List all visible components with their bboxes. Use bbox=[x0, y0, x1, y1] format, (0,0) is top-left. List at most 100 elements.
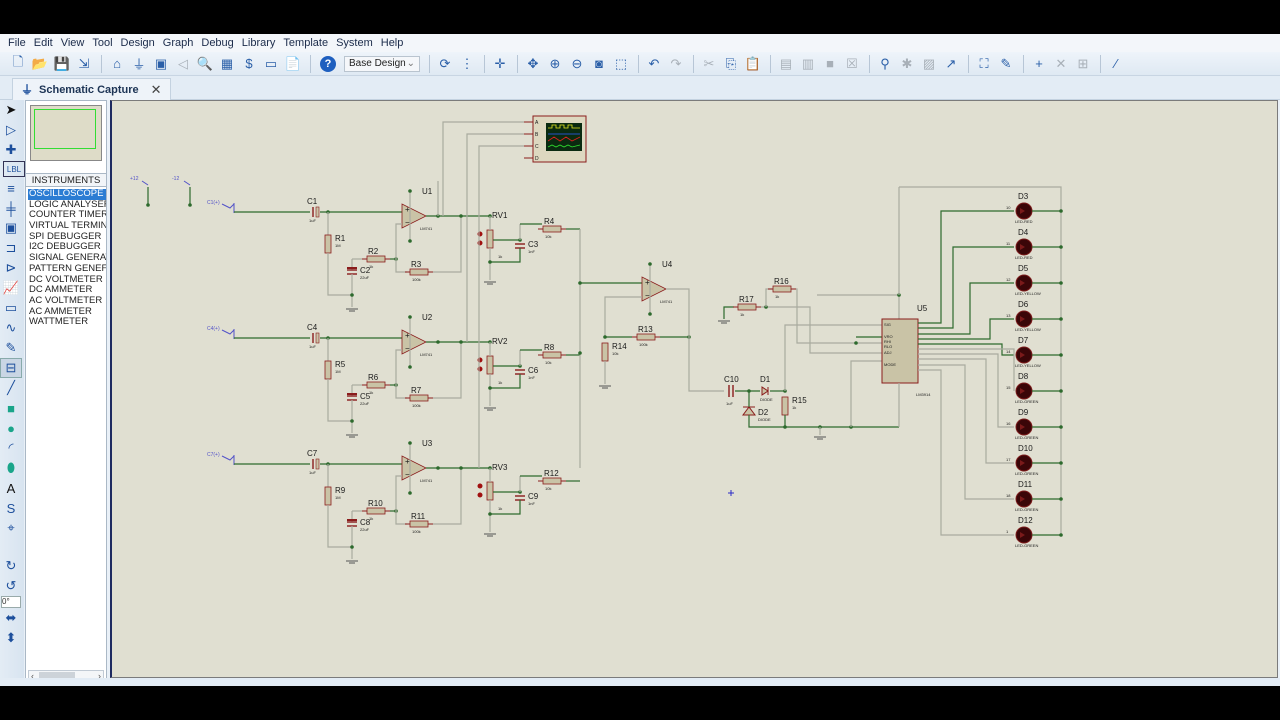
save-icon[interactable]: 💾 bbox=[52, 54, 72, 74]
pick-device-icon[interactable]: ⚲ bbox=[875, 54, 895, 74]
flip-h-tool-icon[interactable]: ⬌ bbox=[0, 608, 22, 628]
bill-icon[interactable]: $ bbox=[239, 54, 259, 74]
zoom-out-icon[interactable]: ⊖ bbox=[567, 54, 587, 74]
instrument-item[interactable]: DC AMMETER bbox=[28, 285, 106, 296]
package-icon[interactable]: ▨ bbox=[919, 54, 939, 74]
schematic-icon[interactable]: ⏚ bbox=[129, 54, 149, 74]
instrument-item[interactable]: AC AMMETER bbox=[28, 307, 106, 318]
subcircuit-tool-icon[interactable]: ▣ bbox=[0, 218, 22, 238]
doc-icon[interactable]: 📄 bbox=[283, 54, 303, 74]
symbol-tool-icon[interactable]: S bbox=[0, 498, 22, 518]
origin-icon[interactable]: ✛ bbox=[490, 54, 510, 74]
instrument-item[interactable]: PATTERN GENEF bbox=[28, 264, 106, 275]
component-tool-icon[interactable]: ▷ bbox=[0, 120, 22, 140]
menu-debug[interactable]: Debug bbox=[197, 37, 237, 49]
line-tool-icon[interactable]: ╱ bbox=[0, 378, 22, 398]
tab-schematic-capture[interactable]: ⏚ Schematic Capture ✕ bbox=[12, 78, 171, 100]
rotate-cw-tool-icon[interactable]: ↻ bbox=[0, 556, 22, 576]
menu-library[interactable]: Library bbox=[238, 37, 280, 49]
terminal-tool-icon[interactable]: ⊐ bbox=[0, 238, 22, 258]
zoom-all-icon[interactable]: ◙ bbox=[589, 54, 609, 74]
help-icon[interactable]: ? bbox=[320, 55, 336, 72]
instrument-item[interactable]: AC VOLTMETER bbox=[28, 296, 106, 307]
virtual-instrument-tool-icon[interactable]: ⊟ bbox=[0, 358, 22, 378]
junction-tool-icon[interactable]: ✚ bbox=[0, 140, 22, 160]
menu-design[interactable]: Design bbox=[117, 37, 159, 49]
copy-icon[interactable]: ⎘ bbox=[721, 54, 741, 74]
text-tool-icon[interactable]: A bbox=[0, 478, 22, 498]
instrument-item[interactable]: COUNTER TIMER bbox=[28, 210, 106, 221]
box-tool-icon[interactable]: ■ bbox=[0, 398, 22, 418]
menu-template[interactable]: Template bbox=[279, 37, 332, 49]
graph-tool-icon[interactable]: 📈 bbox=[0, 278, 22, 298]
marker-tool-icon[interactable]: ⌖ bbox=[0, 518, 22, 538]
redo-icon[interactable]: ↷ bbox=[666, 54, 686, 74]
select-tool-icon[interactable]: ➤ bbox=[0, 100, 22, 120]
pcb-icon[interactable]: ▣ bbox=[151, 54, 171, 74]
new-file-icon[interactable]: 🗋 bbox=[8, 54, 28, 74]
instrument-item[interactable]: SIGNAL GENERAT bbox=[28, 253, 106, 264]
undo-icon[interactable]: ↶ bbox=[644, 54, 664, 74]
refresh-icon[interactable]: ⟳ bbox=[435, 54, 455, 74]
pan-icon[interactable]: ✥ bbox=[523, 54, 543, 74]
delete-sheet-icon[interactable]: ✕ bbox=[1051, 54, 1071, 74]
auto-router-icon[interactable]: ↗ bbox=[941, 54, 961, 74]
property-assign-icon[interactable]: ✎ bbox=[996, 54, 1016, 74]
flip-v-tool-icon[interactable]: ⬍ bbox=[0, 628, 22, 648]
import-icon[interactable]: ⇲ bbox=[74, 54, 94, 74]
instrument-item[interactable]: WATTMETER bbox=[28, 317, 106, 328]
zoom-area-icon[interactable]: ⬚ bbox=[611, 54, 631, 74]
overview-viewport[interactable] bbox=[34, 109, 96, 149]
device-pin-tool-icon[interactable]: ⊳ bbox=[0, 258, 22, 278]
path-tool-icon[interactable]: ⬮ bbox=[0, 458, 22, 478]
active-popup-tool-icon[interactable]: ▭ bbox=[0, 298, 22, 318]
instrument-item[interactable]: VIRTUAL TERMIN bbox=[28, 221, 106, 232]
block-delete-icon[interactable]: ☒ bbox=[842, 54, 862, 74]
home-icon[interactable]: ⌂ bbox=[107, 54, 127, 74]
menu-help[interactable]: Help bbox=[377, 37, 408, 49]
generator-tool-icon[interactable]: ∿ bbox=[0, 318, 22, 338]
rotation-angle-input[interactable]: 0° bbox=[1, 596, 21, 608]
open-folder-icon[interactable]: 📂 bbox=[30, 54, 50, 74]
bus-tool-icon[interactable]: ╪ bbox=[0, 198, 22, 218]
close-tab-icon[interactable]: ✕ bbox=[151, 82, 162, 98]
menu-edit[interactable]: Edit bbox=[30, 37, 57, 49]
search-icon[interactable]: ⛶ bbox=[974, 54, 994, 74]
menu-view[interactable]: View bbox=[57, 37, 89, 49]
probe-tool-icon[interactable]: ✎ bbox=[0, 338, 22, 358]
schematic-drawing[interactable]: +12 -12ABCDC1(+) C11uF+−U1LM741R11MC222uFR… bbox=[112, 101, 1278, 677]
wire-label-tool-icon[interactable]: LBL bbox=[3, 161, 25, 177]
grid-icon[interactable]: ⋮ bbox=[457, 54, 477, 74]
instrument-item[interactable]: I2C DEBUGGER bbox=[28, 242, 106, 253]
new-sheet-icon[interactable]: + bbox=[1029, 54, 1049, 74]
variant-select[interactable]: Base Design ⌄ bbox=[344, 55, 420, 72]
overview-window[interactable] bbox=[30, 105, 102, 161]
instrument-item[interactable]: SPI DEBUGGER bbox=[28, 232, 106, 243]
schematic-canvas[interactable]: +12 -12 A B C D C1(+) C1 1uF + − U1 LM741 R1 1M C2 22uF R… bbox=[110, 100, 1278, 678]
make-device-icon[interactable]: ✱ bbox=[897, 54, 917, 74]
instrument-item[interactable]: LOGIC ANALYSER bbox=[28, 200, 106, 211]
arc-tool-icon[interactable]: ◜ bbox=[0, 438, 22, 458]
netlist-icon[interactable]: ▭ bbox=[261, 54, 281, 74]
menu-graph[interactable]: Graph bbox=[159, 37, 198, 49]
subcircuit-icon[interactable]: ⊞ bbox=[1073, 54, 1093, 74]
menu-system[interactable]: System bbox=[332, 37, 377, 49]
menu-tool[interactable]: Tool bbox=[88, 37, 116, 49]
back-icon[interactable]: ◁ bbox=[173, 54, 193, 74]
instrument-item[interactable]: DC VOLTMETER bbox=[28, 275, 106, 286]
3d-view-icon[interactable]: ▦ bbox=[217, 54, 237, 74]
zoom-ref-icon[interactable]: 🔍 bbox=[195, 54, 215, 74]
menu-file[interactable]: File bbox=[4, 37, 30, 49]
zoom-in-icon[interactable]: ⊕ bbox=[545, 54, 565, 74]
paste-icon[interactable]: 📋 bbox=[743, 54, 763, 74]
cut-icon[interactable]: ✂ bbox=[699, 54, 719, 74]
block-copy-icon[interactable]: ▤ bbox=[776, 54, 796, 74]
wire bbox=[761, 306, 882, 354]
instrument-item[interactable]: OSCILLOSCOPE bbox=[28, 189, 106, 200]
design-explorer-icon[interactable]: ∕ bbox=[1106, 54, 1126, 74]
text-script-tool-icon[interactable]: ≡ bbox=[0, 178, 22, 198]
block-rotate-icon[interactable]: ■ bbox=[820, 54, 840, 74]
rotate-ccw-tool-icon[interactable]: ↺ bbox=[0, 576, 22, 596]
circle-tool-icon[interactable]: ● bbox=[0, 418, 22, 438]
block-move-icon[interactable]: ▥ bbox=[798, 54, 818, 74]
